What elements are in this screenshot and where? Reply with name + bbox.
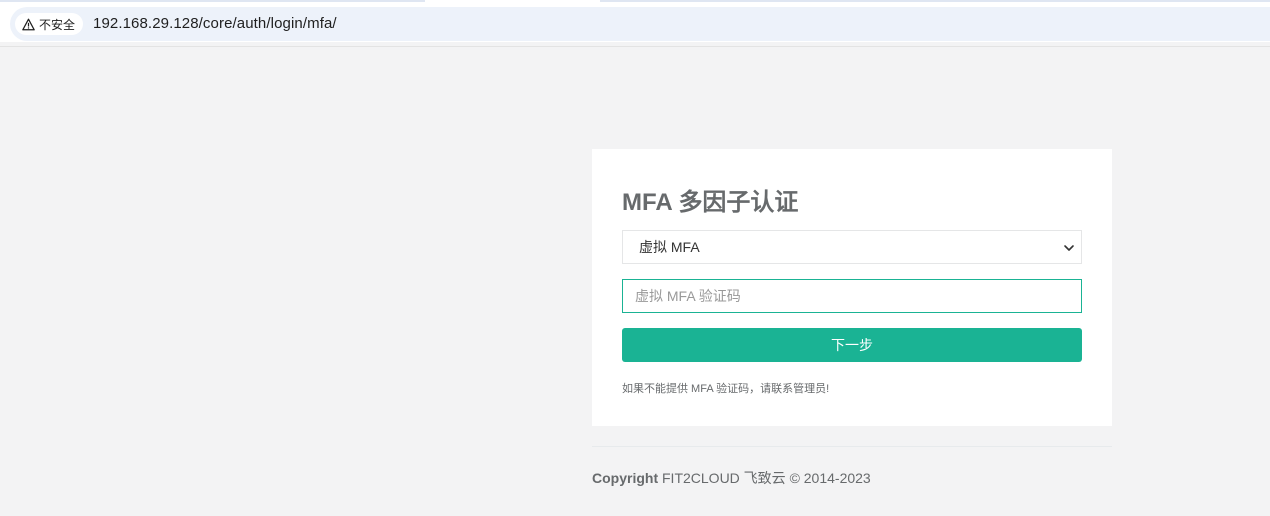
mfa-code-input[interactable] bbox=[622, 279, 1082, 313]
copyright-text: FIT2CLOUD 飞致云 © 2014-2023 bbox=[658, 470, 871, 486]
help-text: 如果不能提供 MFA 验证码，请联系管理员! bbox=[622, 383, 830, 395]
chevron-down-icon bbox=[1063, 241, 1075, 253]
page-title: MFA 多因子认证 bbox=[622, 189, 799, 216]
footer-divider bbox=[592, 446, 1112, 447]
footer-copyright: Copyright FIT2CLOUD 飞致云 © 2014-2023 bbox=[592, 468, 871, 488]
copyright-label: Copyright bbox=[592, 470, 659, 486]
mfa-type-select[interactable]: 虚拟 MFA bbox=[622, 230, 1082, 264]
browser-address-bar: 不安全 192.168.29.128/core/auth/login/mfa/ bbox=[0, 6, 1270, 42]
tab-strip-segment bbox=[600, 0, 1270, 2]
address-bar-divider bbox=[0, 46, 1270, 47]
url-text[interactable]: 192.168.29.128/core/auth/login/mfa/ bbox=[93, 15, 337, 32]
mfa-type-selected-value: 虚拟 MFA bbox=[639, 239, 700, 255]
security-label: 不安全 bbox=[39, 17, 76, 32]
next-button[interactable]: 下一步 bbox=[622, 328, 1082, 362]
security-indicator[interactable]: 不安全 bbox=[15, 13, 83, 35]
tab-strip-segment bbox=[0, 0, 425, 2]
warning-triangle-icon bbox=[22, 18, 35, 31]
mfa-login-card: MFA 多因子认证 虚拟 MFA 下一步 如果不能提供 MFA 验证码，请联系管… bbox=[592, 149, 1112, 426]
